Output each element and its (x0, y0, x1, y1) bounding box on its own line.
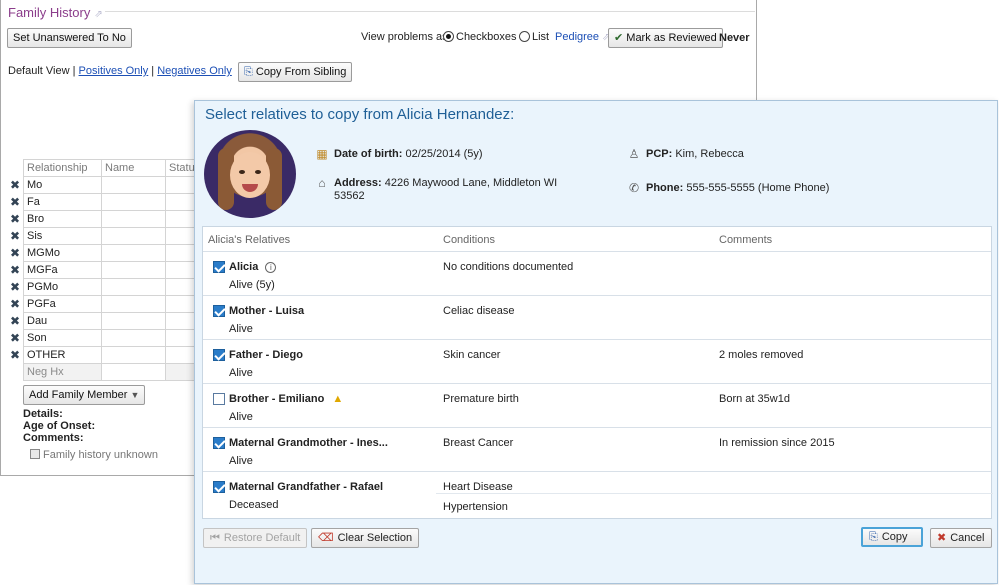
title-divider (105, 11, 755, 12)
rewind-icon: ⏮ (210, 532, 220, 544)
view-problems-label: View problems as: (361, 31, 451, 43)
cancel-button[interactable]: ✖ Cancel (930, 528, 992, 548)
mark-reviewed-button[interactable]: ✔ Mark as Reviewed (608, 28, 723, 48)
list-item[interactable]: Maternal Grandfather - Rafael Deceased H… (203, 472, 993, 518)
eraser-icon: ⌫ (318, 532, 334, 544)
checkbox-checked-icon[interactable] (213, 481, 225, 493)
clear-selection-button[interactable]: ⌫ Clear Selection (311, 528, 420, 548)
comments-label: Comments: (23, 432, 84, 444)
dialog-title: Select relatives to copy from Alicia Her… (205, 106, 515, 123)
checkbox-checked-icon[interactable] (213, 349, 225, 361)
remove-icon[interactable]: ✖ (10, 279, 20, 296)
checkmark-icon: ✔ (614, 32, 624, 44)
table-row[interactable]: Fa (23, 193, 206, 211)
view-list-option[interactable]: List (519, 31, 549, 43)
person-icon: ♙ (628, 147, 640, 161)
relatives-grid: Alicia's Relatives Conditions Comments A… (202, 226, 993, 519)
patient-photo (204, 130, 296, 218)
pin-icon[interactable]: ⇗ (94, 9, 102, 20)
condition-divider (436, 493, 993, 494)
radio-unchecked-icon[interactable] (519, 31, 530, 42)
checkbox-checked-icon[interactable] (213, 261, 225, 273)
warning-icon: ▲ (332, 393, 344, 405)
table-row[interactable]: MGMo (23, 244, 206, 262)
view-filter-bar: Default View | Positives Only | Negative… (8, 65, 232, 77)
table-row[interactable]: OTHER (23, 346, 206, 364)
calendar-icon: ▦ (316, 147, 328, 161)
copy-icon: ⎘ (869, 531, 878, 543)
column-header: Relationship (23, 159, 102, 177)
default-view-label: Default View (8, 65, 70, 77)
address-info: ⌂ Address: 4226 Maywood Lane, Middleton … (318, 177, 574, 203)
remove-icon[interactable]: ✖ (10, 245, 20, 262)
remove-icon[interactable]: ✖ (10, 313, 20, 330)
info-icon[interactable]: i (265, 262, 277, 273)
column-header: Name (101, 159, 166, 177)
details-label: Details: (23, 408, 63, 420)
checkbox-checked-icon[interactable] (213, 437, 225, 449)
relationship-table: Relationship Name Status Mo Fa Bro Sis M… (23, 159, 206, 381)
set-unanswered-button[interactable]: Set Unanswered To No (7, 28, 132, 48)
list-item[interactable]: Alicia i Alive (5y) No conditions documen… (203, 252, 991, 296)
negatives-only-link[interactable]: Negatives Only (157, 65, 232, 77)
phone-info: ✆ Phone: 555-555-5555 (Home Phone) (628, 181, 830, 195)
column-header: Conditions (443, 234, 495, 246)
table-row[interactable]: MGFa (23, 261, 206, 279)
table-row[interactable]: Bro (23, 210, 206, 228)
close-icon: ✖ (937, 532, 947, 544)
list-item[interactable]: Brother - Emiliano ▲ Alive Premature birt… (203, 384, 991, 428)
copy-icon: ⎘ (244, 66, 253, 78)
review-status: Never (719, 32, 750, 44)
list-item[interactable]: Mother - Luisa Alive Celiac disease (203, 296, 991, 340)
pcp-info: ♙ PCP: Kim, Rebecca (628, 147, 744, 161)
pedigree-link[interactable]: Pedigree ⇗ (555, 31, 610, 43)
family-history-unknown-checkbox[interactable]: Family history unknown (30, 449, 158, 461)
list-item[interactable]: Maternal Grandmother - Ines... Alive Bre… (203, 428, 991, 472)
add-family-member-button[interactable]: Add Family Member ▼ (23, 385, 146, 405)
column-header: Comments (719, 234, 773, 246)
remove-column: ✖ ✖ ✖ ✖ ✖ ✖ ✖ ✖ ✖ ✖ ✖ (10, 177, 20, 364)
checkbox-unchecked-icon[interactable] (213, 393, 225, 405)
table-row[interactable]: PGFa (23, 295, 206, 313)
age-of-onset-label: Age of Onset: (23, 420, 96, 432)
copy-from-sibling-button[interactable]: ⎘ Copy From Sibling (238, 62, 353, 82)
remove-icon[interactable]: ✖ (10, 177, 20, 194)
remove-icon[interactable]: ✖ (10, 262, 20, 279)
remove-icon[interactable]: ✖ (10, 330, 20, 347)
details-section: Details: Age of Onset: Comments: (23, 408, 95, 444)
column-header: Alicia's Relatives (208, 234, 291, 246)
family-history-title: Family History ⇗ (8, 5, 103, 20)
remove-icon[interactable]: ✖ (10, 211, 20, 228)
table-row[interactable]: Mo (23, 176, 206, 194)
table-row[interactable]: Sis (23, 227, 206, 245)
remove-icon[interactable]: ✖ (10, 347, 20, 364)
grid-header: Alicia's Relatives Conditions Comments (203, 227, 991, 252)
radio-checked-icon[interactable] (443, 31, 454, 42)
chevron-down-icon: ▼ (130, 390, 140, 400)
table-row[interactable]: Son (23, 329, 206, 347)
list-item[interactable]: Father - Diego Alive Skin cancer 2 moles… (203, 340, 991, 384)
remove-icon[interactable]: ✖ (10, 296, 20, 313)
home-icon: ⌂ (318, 176, 326, 190)
view-checkboxes-option[interactable]: Checkboxes (443, 31, 517, 43)
remove-icon[interactable]: ✖ (10, 194, 20, 211)
neg-hx-row[interactable]: Neg Hx (23, 363, 206, 381)
restore-default-button[interactable]: ⏮ Restore Default (203, 528, 308, 548)
table-row[interactable]: Dau (23, 312, 206, 330)
dob-info: ▦ Date of birth: 02/25/2014 (5y) (316, 147, 483, 161)
positives-only-link[interactable]: Positives Only (79, 65, 149, 77)
copy-button[interactable]: ⎘ Copy (861, 527, 923, 547)
checkbox-checked-icon[interactable] (213, 305, 225, 317)
table-header: Relationship Name Status (23, 159, 206, 177)
phone-icon: ✆ (628, 181, 640, 195)
remove-icon[interactable]: ✖ (10, 228, 20, 245)
copy-relatives-dialog: Select relatives to copy from Alicia Her… (194, 100, 998, 584)
table-row[interactable]: PGMo (23, 278, 206, 296)
checkbox-icon[interactable] (30, 449, 40, 459)
